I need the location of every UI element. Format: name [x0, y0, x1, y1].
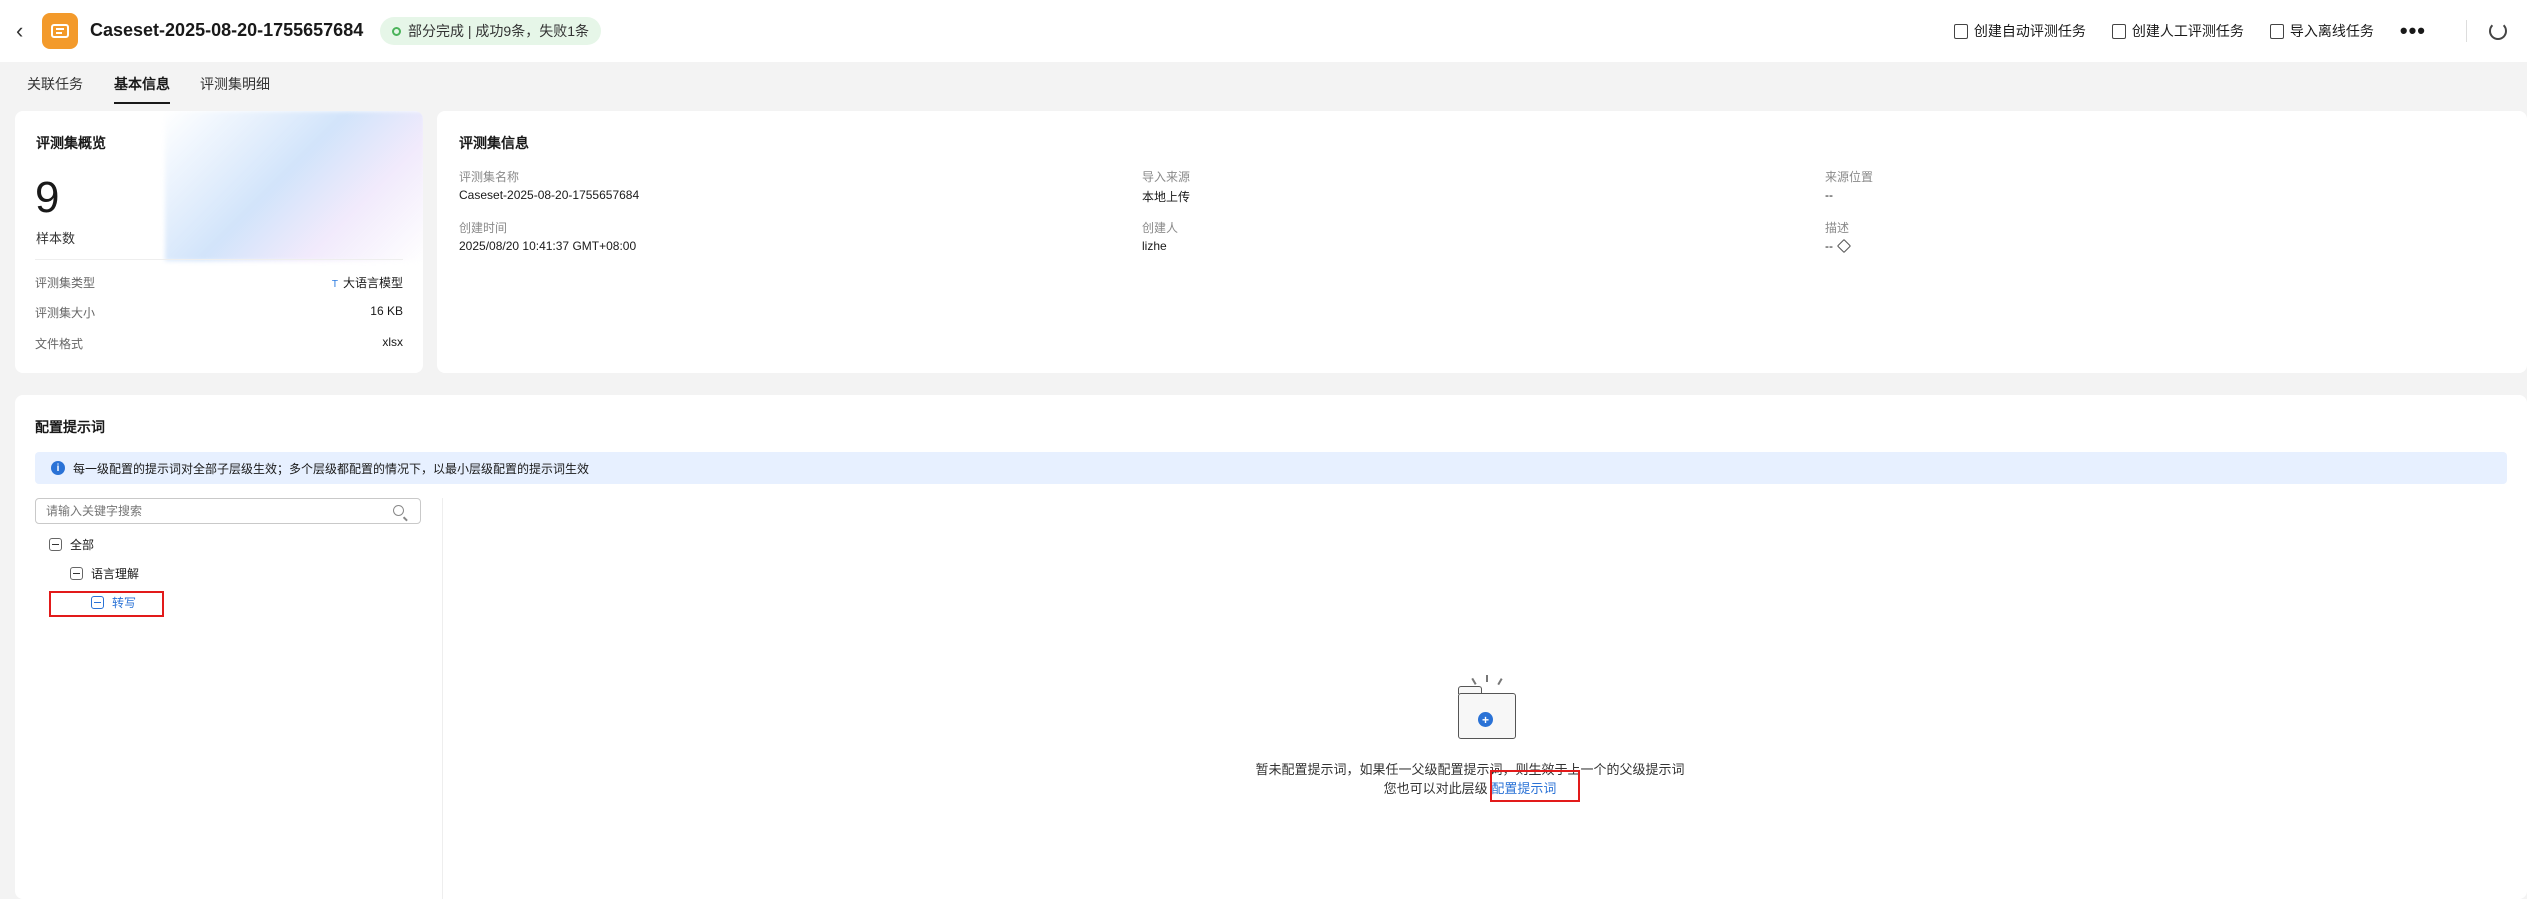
description-text: --	[1825, 239, 1833, 253]
import-icon	[2269, 23, 2284, 39]
row-label: 文件格式	[35, 337, 84, 351]
divider	[35, 259, 403, 260]
overview-card: 评测集概览 9 样本数 评测集类型 T 大语言模型 评测集大小 16 KB 文件格…	[15, 111, 423, 373]
row-label: 评测集大小	[35, 306, 96, 320]
refresh-icon[interactable]	[2489, 22, 2507, 40]
decorative-gradient	[165, 111, 423, 261]
sample-count: 9	[35, 173, 60, 222]
clipboard-icon	[1953, 23, 1968, 39]
field-value-name: Caseset-2025-08-20-1755657684	[459, 188, 640, 202]
overview-row-type: 评测集类型 T 大语言模型	[35, 274, 403, 291]
create-manual-eval-button[interactable]: 创建人工评测任务	[2111, 21, 2244, 41]
search-icon[interactable]	[393, 505, 404, 516]
field-label-location: 来源位置	[1825, 170, 1874, 184]
row-label: 评测集类型	[35, 276, 96, 290]
field-label-created-time: 创建时间	[459, 221, 508, 235]
info-banner: i 每一级配置的提示词对全部子层级生效；多个层级都配置的情况下，以最小层级配置的…	[35, 452, 2507, 484]
field-value-location: --	[1825, 188, 1833, 202]
import-offline-task-label: 导入离线任务	[2289, 23, 2374, 39]
tab-basic-info[interactable]: 基本信息	[114, 74, 170, 104]
info-title: 评测集信息	[459, 135, 529, 151]
row-value: xlsx	[382, 335, 403, 349]
top-bar: ‹ Caseset-2025-08-20-1755657684 部分完成 | 成…	[0, 0, 2527, 62]
search-input[interactable]	[35, 498, 421, 524]
import-offline-task-button[interactable]: 导入离线任务	[2269, 21, 2374, 41]
collapse-icon[interactable]	[49, 538, 62, 551]
info-icon: i	[51, 461, 65, 475]
tab-related-tasks[interactable]: 关联任务	[27, 74, 83, 94]
overview-row-size: 评测集大小 16 KB	[35, 304, 403, 321]
clipboard-user-icon	[2111, 23, 2126, 39]
prompt-title: 配置提示词	[35, 419, 105, 435]
edit-icon[interactable]	[1836, 238, 1852, 254]
create-auto-eval-label: 创建自动评测任务	[1973, 23, 2086, 39]
overview-row-format: 文件格式 xlsx	[35, 335, 403, 352]
row-value: 16 KB	[370, 304, 403, 318]
collapse-icon[interactable]	[70, 567, 83, 580]
field-value-description: --	[1825, 238, 1852, 254]
tree-node-all[interactable]: 全部	[49, 536, 94, 553]
info-banner-text: 每一级配置的提示词对全部子层级生效；多个层级都配置的情况下，以最小层级配置的提示…	[73, 461, 590, 476]
caseset-info-card: 评测集信息 评测集名称 Caseset-2025-08-20-175565768…	[437, 111, 2527, 373]
highlight-box	[49, 591, 164, 617]
more-icon[interactable]: •••	[2400, 18, 2426, 44]
divider	[2466, 20, 2467, 42]
prompt-config-card: 配置提示词 i 每一级配置的提示词对全部子层级生效；多个层级都配置的情况下，以最…	[15, 395, 2527, 899]
chevron-left-icon[interactable]: ‹	[16, 18, 23, 44]
empty-message: 暂未配置提示词，如果任一父级配置提示词，则生效于上一个的父级提示词	[1255, 762, 1685, 777]
plus-icon: +	[1478, 712, 1493, 727]
create-manual-eval-label: 创建人工评测任务	[2131, 23, 2244, 39]
field-label-creator: 创建人	[1142, 221, 1179, 235]
text-type-icon: T	[331, 279, 338, 290]
tree-node-language-understanding[interactable]: 语言理解	[70, 565, 139, 582]
tree-node-label: 全部	[70, 538, 95, 552]
empty-message-action: 您也可以对此层级 配置提示词	[1240, 778, 1700, 797]
page-title: Caseset-2025-08-20-1755657684	[90, 20, 364, 40]
field-label-name: 评测集名称	[459, 170, 520, 184]
field-label-description: 描述	[1825, 221, 1850, 235]
sparkle-icon	[1486, 675, 1488, 682]
tab-caseset-details[interactable]: 评测集明细	[200, 74, 270, 94]
sample-count-label: 样本数	[36, 231, 76, 246]
tab-bar: 关联任务 基本信息 评测集明细	[0, 62, 2527, 104]
highlight-box	[1490, 770, 1580, 802]
header-actions: 创建自动评测任务 创建人工评测任务 导入离线任务 •••	[1953, 0, 2527, 62]
status-badge: 部分完成 | 成功9条，失败1条	[380, 17, 601, 45]
field-value-source: 本地上传	[1142, 190, 1191, 204]
field-value-creator: lizhe	[1142, 239, 1167, 253]
caseset-logo-icon	[42, 13, 78, 49]
row-value: T 大语言模型	[332, 274, 403, 291]
divider	[442, 498, 443, 899]
field-label-source: 导入来源	[1142, 170, 1191, 184]
row-value-text: 大语言模型	[342, 276, 403, 290]
overview-title: 评测集概览	[36, 135, 106, 151]
field-value-created-time: 2025/08/20 10:41:37 GMT+08:00	[459, 239, 637, 253]
create-auto-eval-button[interactable]: 创建自动评测任务	[1953, 21, 2086, 41]
status-text: 部分完成 | 成功9条，失败1条	[408, 23, 589, 39]
empty-message-prefix: 您也可以对此层级	[1383, 781, 1488, 796]
tree-node-label: 语言理解	[91, 567, 140, 581]
status-dot-icon	[392, 26, 401, 36]
